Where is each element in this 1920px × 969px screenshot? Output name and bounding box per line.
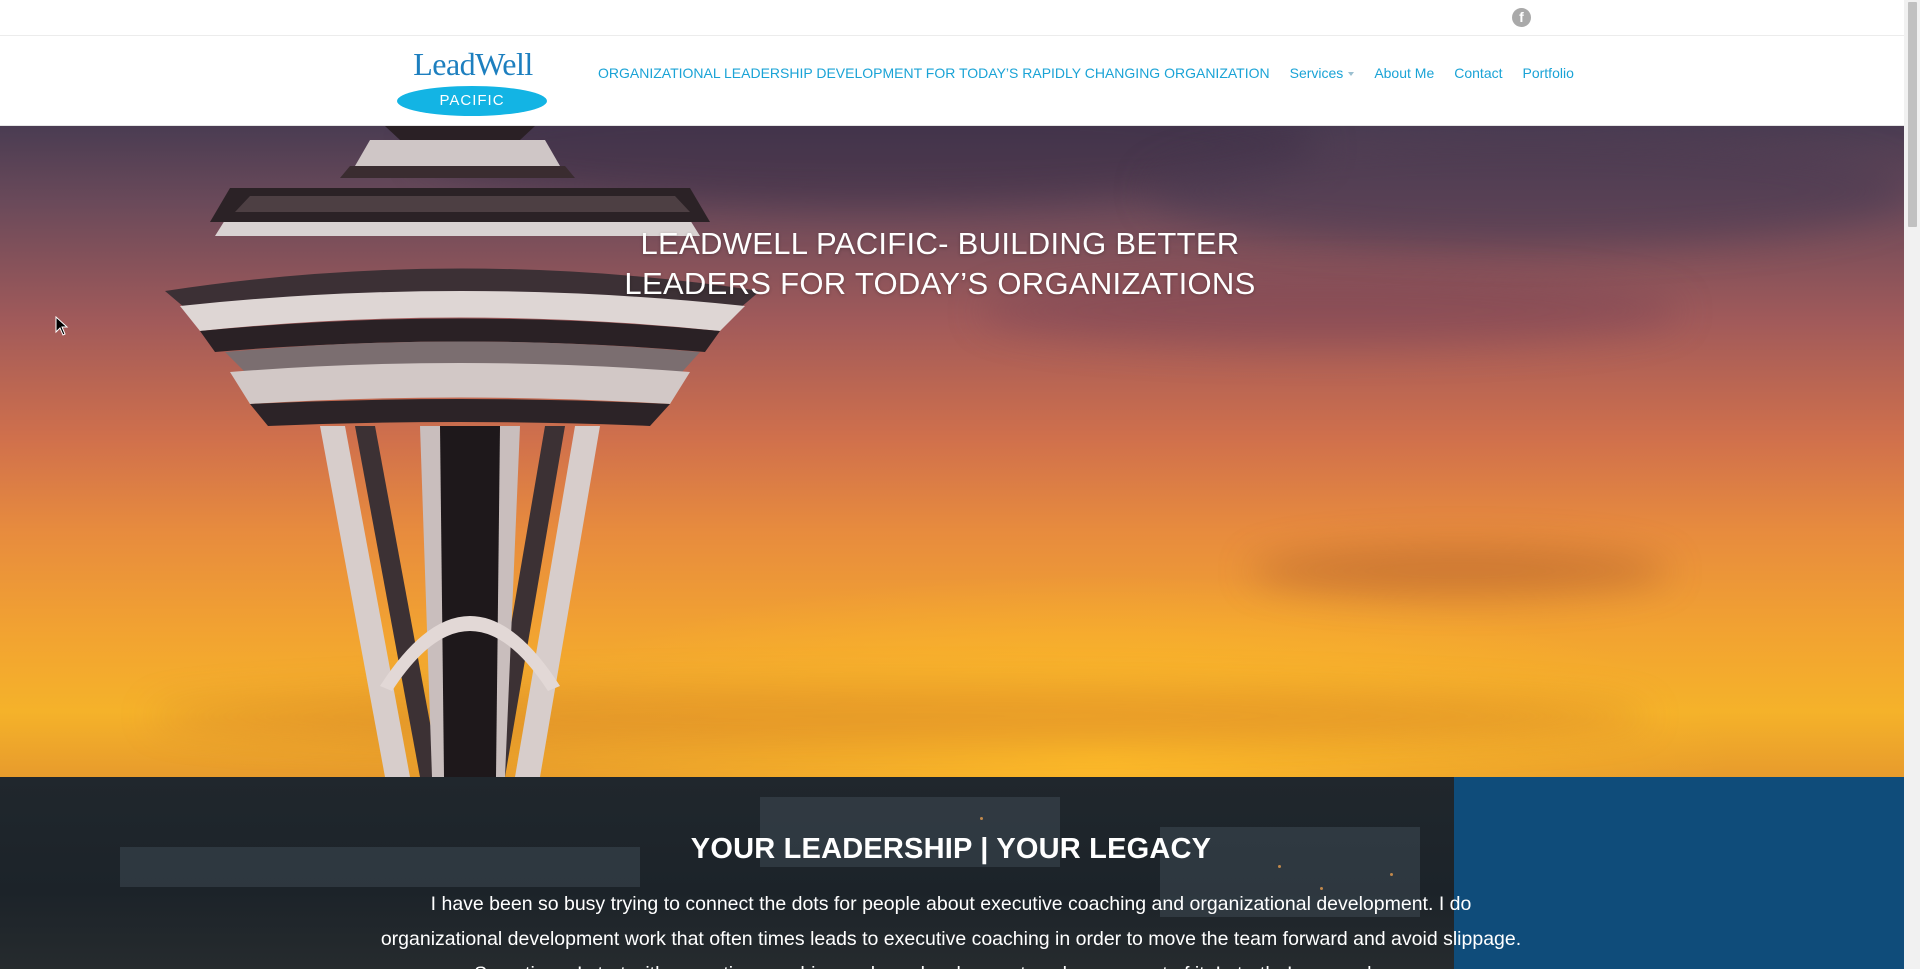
section-heading: YOUR LEADERSHIP | YOUR LEGACY: [690, 833, 1212, 865]
hero-banner: LEADWELL PACIFIC- BUILDING BETTER LEADER…: [0, 126, 1904, 777]
city-light: [980, 817, 983, 820]
hero-heading: LEADWELL PACIFIC- BUILDING BETTER LEADER…: [560, 224, 1320, 304]
facebook-glyph: f: [1519, 9, 1524, 25]
nav-item-services[interactable]: Services: [1290, 65, 1355, 81]
main-nav: ORGANIZATIONAL LEADERSHIP DEVELOPMENT FO…: [598, 63, 1574, 83]
section-body-text: I have been so busy trying to connect th…: [380, 893, 1522, 969]
mouse-cursor-icon: [55, 316, 69, 336]
leadership-legacy-section: YOUR LEADERSHIP | YOUR LEGACY I have bee…: [0, 777, 1904, 969]
nav-item-services-label: Services: [1289, 65, 1344, 81]
hero-heading-line-2: LEADERS FOR TODAY’S ORGANIZATIONS: [624, 266, 1256, 301]
city-light: [1390, 873, 1393, 876]
logo-title: LeadWell: [413, 46, 533, 82]
site-header: LeadWell PACIFIC ORGANIZATIONAL LEADERSH…: [0, 36, 1904, 126]
logo-subtitle: PACIFIC: [439, 92, 505, 109]
facebook-icon[interactable]: f: [1512, 8, 1531, 27]
nav-item-portfolio[interactable]: Portfolio: [1523, 65, 1574, 81]
nav-item-contact[interactable]: Contact: [1454, 65, 1502, 81]
site-logo[interactable]: LeadWell PACIFIC: [397, 46, 547, 116]
hero-heading-line-1: LEADWELL PACIFIC- BUILDING BETTER: [640, 226, 1240, 261]
nav-item-organizational-leadership[interactable]: ORGANIZATIONAL LEADERSHIP DEVELOPMENT FO…: [598, 65, 1270, 81]
nav-item-about-me[interactable]: About Me: [1374, 65, 1434, 81]
top-utility-bar: f: [0, 0, 1904, 36]
chevron-down-icon: [1348, 72, 1355, 76]
page-scrollbar-thumb[interactable]: [1908, 2, 1917, 227]
